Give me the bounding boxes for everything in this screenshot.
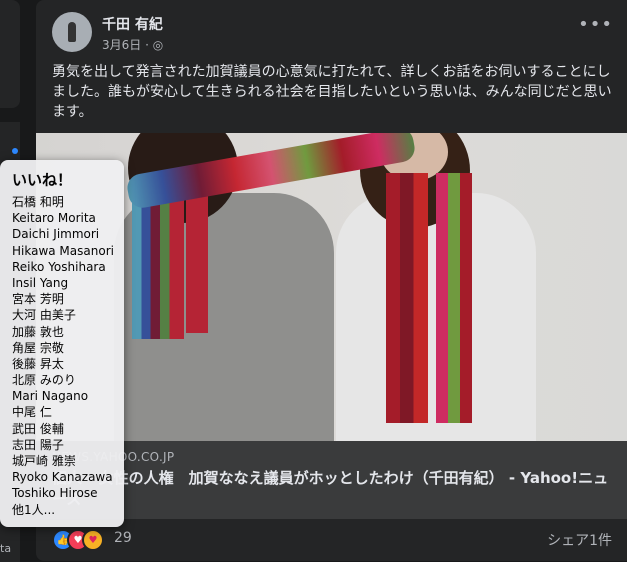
post-footer: 👍 ♥ ♥ 29 シェア1件 [52,528,612,551]
liker-name: 城戸崎 雅崇 [12,454,76,468]
liker-name: Mari Nagano [12,389,89,404]
liker-name: 加藤 敦也 [12,324,64,339]
liker-name: 志田 陽子 [12,437,64,452]
author-name[interactable]: 千田 有紀 [102,14,163,34]
liker-name: 武田 俊輔 [12,421,64,436]
tooltip-title: いいね！ [12,171,73,189]
author-avatar[interactable] [52,12,92,52]
post-date[interactable]: 3月6日 [102,38,141,52]
left-sidebar-card [0,0,20,108]
post-text: 勇気を出して発言された加賀議員の心意気に打たれて、詳しくお話をお伺いすることにし… [52,64,612,120]
liker-name: 中尾 仁 [12,405,52,420]
post-card: 千田 有紀 3月6日 · ◎ ••• 勇気を出して発言された加賀議員の心意気に打… [36,0,627,561]
photo-overlay [36,133,627,441]
link-title[interactable]: 個人 - 女性の人権 加賀ななえ議員がホッとしたわけ（千田有紀） - Yahoo… [52,468,612,510]
liker-list: 石橋 和明 Keitaro Morita Daichi Jimmori Hika… [12,194,114,518]
liker-name: 後藤 昇太 [12,356,64,371]
liker-name: 北原 みのり [12,373,76,388]
reaction-count[interactable]: 29 [114,530,132,546]
share-count[interactable]: シェア1件 [547,530,612,550]
liker-name: Toshiko Hirose [12,486,98,501]
liker-name: 角屋 宗敬 [12,340,64,355]
liker-name: Reiko Yoshihara [12,259,106,274]
likes-tooltip: いいね！ 石橋 和明 Keitaro Morita Daichi Jimmori… [0,160,124,527]
liker-name: 石橋 和明 [12,195,64,209]
left-sidebar-text-fragment: ta [0,542,12,555]
avatar-figure [68,22,76,42]
post-meta: 3月6日 · ◎ [102,36,163,53]
link-preview-bar[interactable]: NEWS.YAHOO.CO.JP 個人 - 女性の人権 加賀ななえ議員がホッとし… [36,441,627,519]
notification-dot [12,148,18,154]
liker-name: Hikawa Masanori [12,243,114,258]
liker-name: 大河 由美子 [12,308,76,323]
globe-icon: ◎ [152,38,164,52]
link-preview-image[interactable] [36,133,627,441]
liker-more[interactable]: 他1人... [12,502,114,518]
liker-name: 宮本 芳明 [12,292,64,307]
liker-name: Ryoko Kanazawa [12,470,113,485]
liker-name: Insil Yang [12,275,69,290]
care-reaction-icon: ♥ [82,529,104,551]
liker-name: Daichi Jimmori [12,227,100,242]
liker-name: Keitaro Morita [12,211,96,226]
meta-separator: · [145,38,149,52]
more-horizontal-icon[interactable]: ••• [578,14,613,35]
